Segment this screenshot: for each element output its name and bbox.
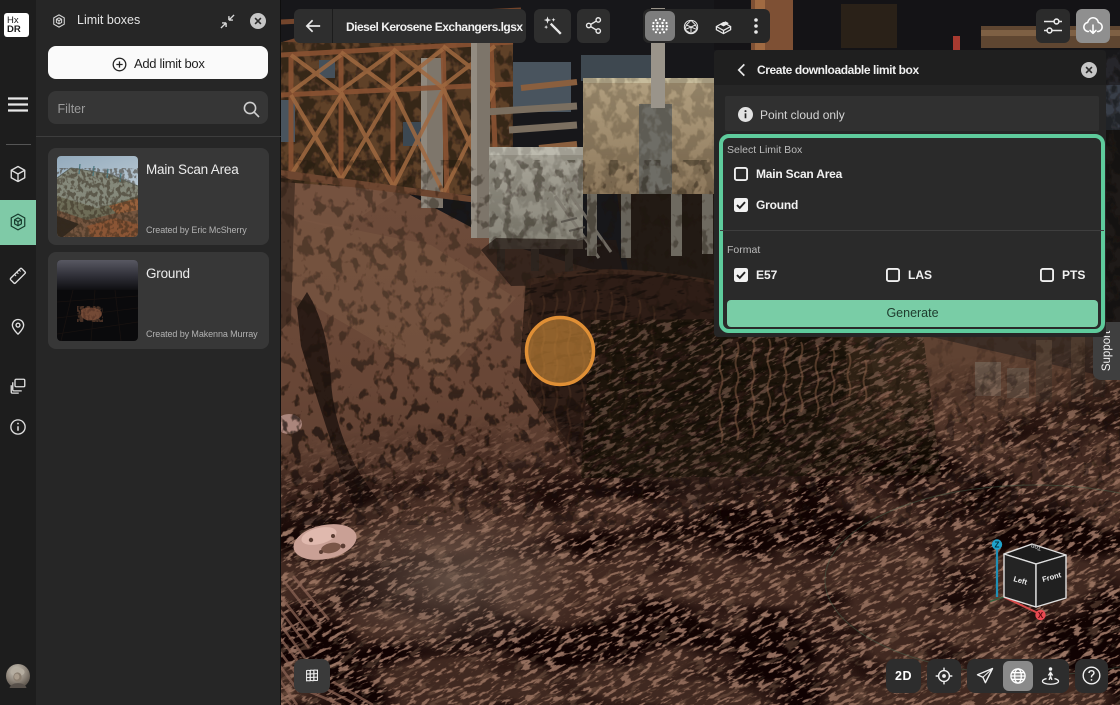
svg-text:X: X <box>1038 611 1044 620</box>
svg-text:Z: Z <box>995 540 1000 549</box>
